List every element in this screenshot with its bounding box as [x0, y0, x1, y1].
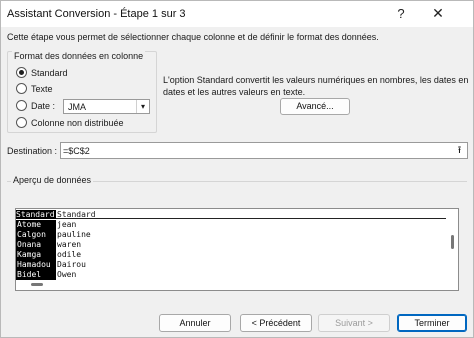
cancel-button[interactable]: Annuler: [159, 314, 231, 332]
advanced-button[interactable]: Avancé...: [280, 98, 350, 115]
preview-cell: Onana: [17, 240, 42, 249]
chevron-down-icon[interactable]: ▾: [136, 100, 149, 113]
destination-input[interactable]: =$C$2 ⭱: [60, 142, 468, 159]
intro-text: Cette étape vous permet de sélectionner …: [7, 32, 379, 42]
preview-row: Calgon pauline: [16, 230, 446, 240]
title-bar: Assistant Conversion - Étape 1 sur 3 ? ✕: [1, 1, 473, 27]
next-button[interactable]: Suivant >: [318, 314, 390, 332]
finish-button[interactable]: Terminer: [397, 314, 467, 332]
previous-button[interactable]: < Précédent: [240, 314, 312, 332]
preview-row: Onana waren: [16, 240, 446, 250]
data-preview-box[interactable]: Standard Standard Atome jean Calgon paul…: [15, 208, 459, 291]
preview-column-header[interactable]: Standard: [16, 210, 56, 219]
radio-text-label[interactable]: Texte: [31, 84, 53, 94]
destination-label: Destination :: [7, 146, 58, 156]
date-format-select[interactable]: JMA ▾: [63, 99, 150, 114]
preview-column-header[interactable]: Standard: [57, 210, 96, 219]
preview-cell: waren: [57, 240, 82, 249]
preview-cell: odile: [57, 250, 82, 259]
preview-cell: Bidel: [17, 270, 42, 279]
column-format-group-title: Format des données en colonne: [12, 51, 146, 61]
preview-cell: jean: [57, 220, 77, 229]
radio-text[interactable]: [16, 83, 27, 94]
date-format-value: JMA: [68, 102, 86, 112]
horizontal-scroll-thumb[interactable]: [31, 283, 43, 286]
vertical-scroll-thumb[interactable]: [451, 235, 454, 249]
radio-skip-column-label[interactable]: Colonne non distribuée: [31, 118, 124, 128]
radio-skip-column[interactable]: [16, 117, 27, 128]
window-title: Assistant Conversion - Étape 1 sur 3: [7, 8, 186, 20]
preview-row: Kamga odile: [16, 250, 446, 260]
data-preview-title: Aperçu de données: [11, 175, 94, 185]
radio-standard-label[interactable]: Standard: [31, 68, 68, 78]
preview-cell: Calgon: [17, 230, 46, 239]
preview-cell: Dairou: [57, 260, 86, 269]
preview-cell: Owen: [57, 270, 77, 279]
preview-cell: Hamadou: [17, 260, 51, 269]
radio-date-label[interactable]: Date :: [31, 101, 55, 111]
preview-cell: Atome: [17, 220, 42, 229]
close-icon[interactable]: ✕: [425, 3, 451, 23]
format-info-text: L'option Standard convertit les valeurs …: [163, 75, 469, 97]
vertical-scrollbar[interactable]: [448, 220, 458, 280]
help-icon[interactable]: ?: [391, 5, 411, 23]
preview-header-row: Standard Standard: [16, 209, 446, 219]
destination-value: =$C$2: [63, 146, 90, 156]
column-format-group: Format des données en colonne Standard T…: [7, 51, 157, 133]
preview-row: Bidel Owen: [16, 270, 446, 280]
preview-row: Atome jean: [16, 220, 446, 230]
text-import-wizard-dialog: Assistant Conversion - Étape 1 sur 3 ? ✕…: [0, 0, 474, 338]
radio-standard[interactable]: [16, 67, 27, 78]
radio-date[interactable]: [16, 100, 27, 111]
preview-cell: pauline: [57, 230, 91, 239]
preview-cell: Kamga: [17, 250, 42, 259]
collapse-dialog-icon[interactable]: ⭱: [453, 144, 466, 157]
preview-row: Hamadou Dairou: [16, 260, 446, 270]
